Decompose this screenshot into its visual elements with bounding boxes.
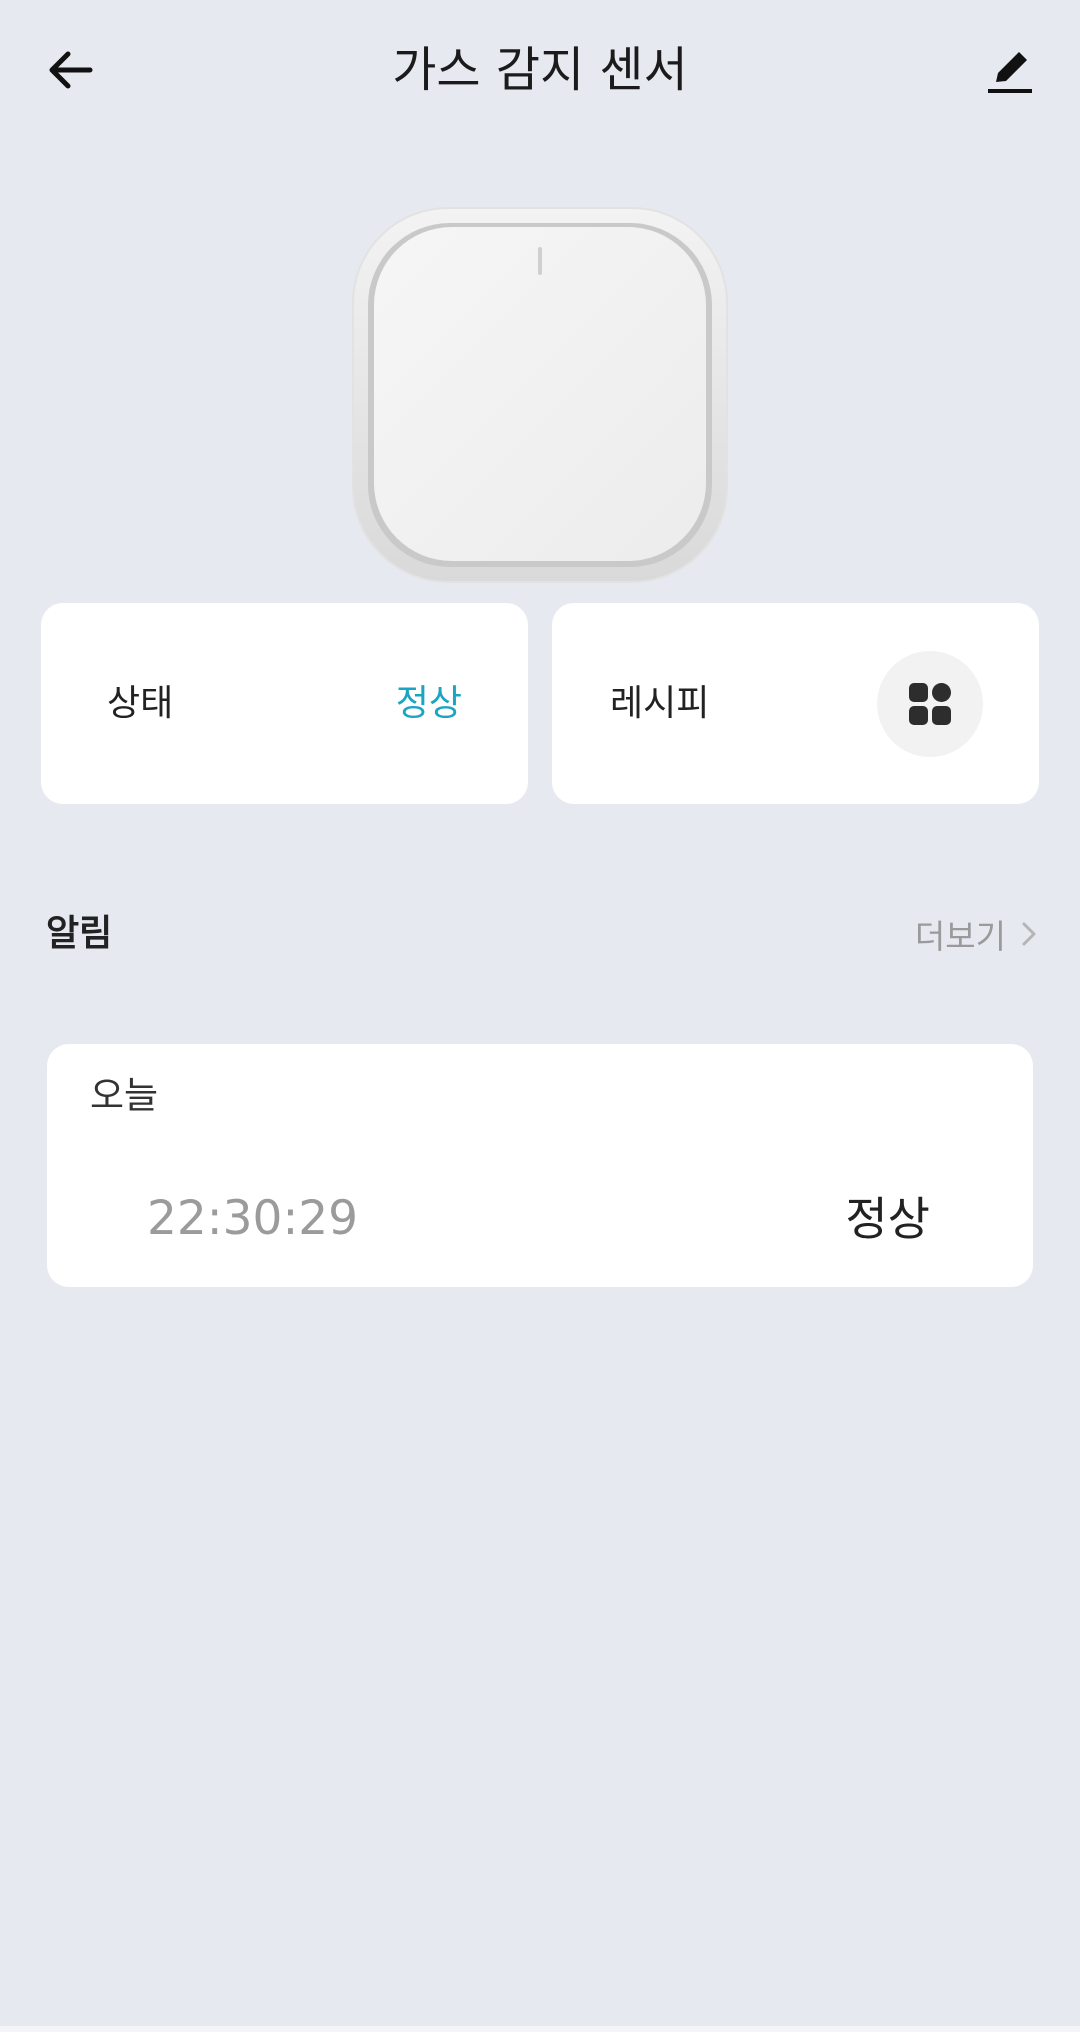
alert-time: 22:30:29 xyxy=(147,1191,359,1246)
chevron-right-icon xyxy=(1022,922,1036,946)
status-label: 상태 xyxy=(107,683,174,724)
alert-state: 정상 xyxy=(845,1192,930,1246)
alerts-section-title: 알림 xyxy=(46,913,113,954)
status-card[interactable]: 상태 정상 xyxy=(41,603,528,804)
arrow-left-icon xyxy=(49,51,93,89)
alert-date-header: 오늘 xyxy=(90,1074,159,1117)
recipe-card[interactable]: 레시피 xyxy=(552,603,1039,804)
edit-button[interactable] xyxy=(970,30,1050,110)
status-value: 정상 xyxy=(395,683,462,724)
grid-apps-icon xyxy=(909,683,951,725)
more-link[interactable]: 더보기 xyxy=(915,904,1038,964)
bottom-divider xyxy=(0,2026,1080,2032)
alert-list-card: 오늘 22:30:29 정상 xyxy=(47,1044,1033,1287)
top-app-bar: 가스 감지 센서 xyxy=(0,0,1080,140)
back-button[interactable] xyxy=(30,30,110,110)
more-label: 더보기 xyxy=(914,917,1006,956)
recipe-label: 레시피 xyxy=(610,683,710,724)
recipe-icon-button[interactable] xyxy=(877,651,983,757)
page-title: 가스 감지 센서 xyxy=(392,42,688,98)
device-image xyxy=(350,205,730,585)
pencil-icon xyxy=(988,52,1032,93)
